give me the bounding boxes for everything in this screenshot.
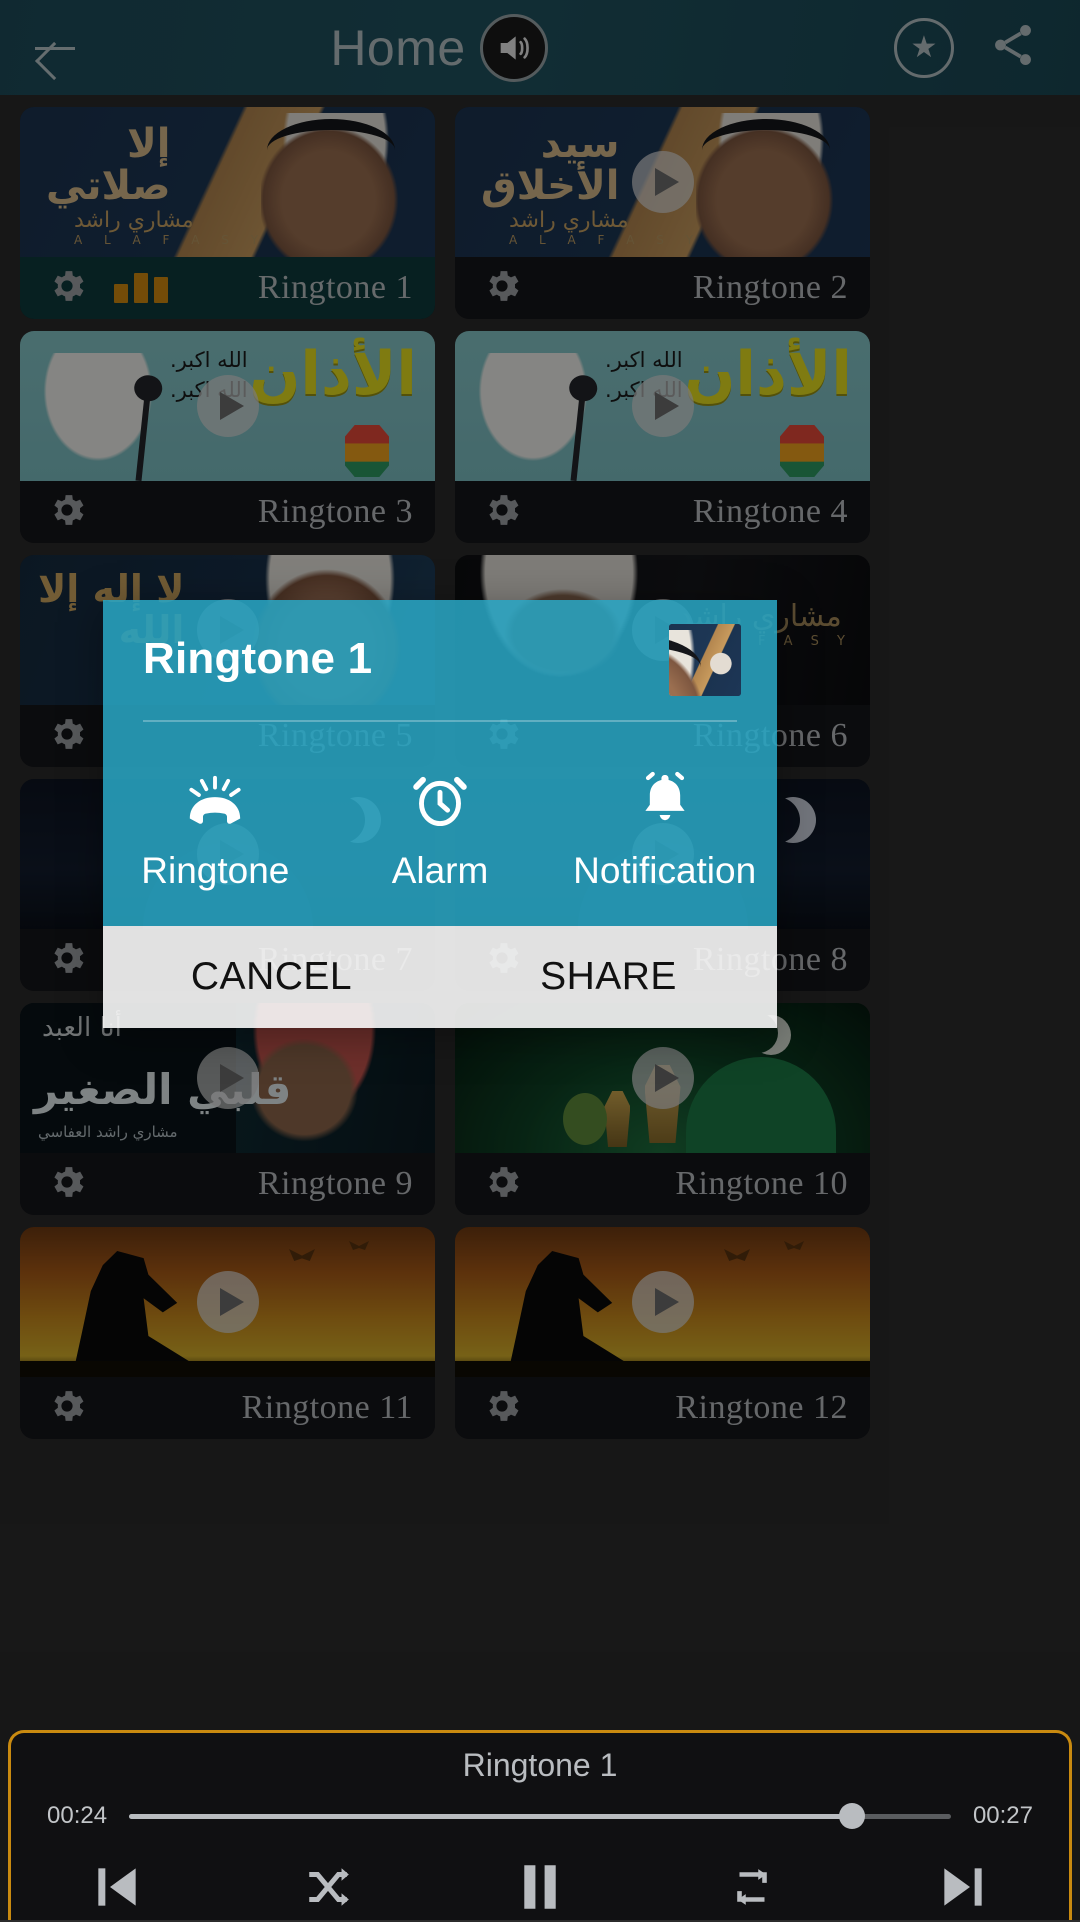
gear-icon[interactable] — [46, 265, 88, 312]
ringtone-phone-icon — [184, 766, 246, 828]
cancel-button[interactable]: CANCEL — [103, 926, 440, 1028]
dialog-divider — [143, 720, 737, 722]
ringtone-thumbnail — [669, 624, 741, 696]
app-header: Home ★ — [0, 0, 1080, 95]
total-time-label: 00:27 — [972, 1802, 1033, 1829]
ringtone-card[interactable]: الله اكبر.الله اكبر.الأذان Ringtone 4 — [455, 331, 870, 543]
ringtone-card-footer: Ringtone 2 — [455, 257, 870, 319]
ringtone-card-footer: Ringtone 11 — [20, 1377, 435, 1439]
star-icon[interactable]: ★ — [894, 17, 954, 78]
gear-icon[interactable] — [46, 1161, 88, 1208]
ringtone-label: Ringtone 4 — [692, 493, 848, 530]
artwork-alafasy: إلا صلاتي مشاري راشد A L A F A S Y — [20, 107, 435, 257]
dialog-title: Ringtone 1 — [143, 634, 373, 683]
gear-icon[interactable] — [46, 1385, 88, 1432]
gear-icon[interactable] — [481, 265, 523, 312]
arrow-left-icon — [33, 26, 77, 70]
ringtone-card-footer: Ringtone 3 — [20, 481, 435, 543]
share-button[interactable]: SHARE — [440, 926, 777, 1028]
pause-button[interactable] — [485, 1852, 595, 1922]
artwork-arabic-text: الأذان — [249, 339, 417, 409]
gear-icon[interactable] — [46, 489, 88, 536]
bell-icon — [636, 766, 694, 828]
ringtone-card[interactable]: Ringtone 10 — [455, 1003, 870, 1215]
alarm-clock-icon — [411, 766, 469, 828]
ringtone-thumbnail[interactable]: إلا صلاتي مشاري راشد A L A F A S Y — [20, 107, 435, 257]
share-icon[interactable] — [988, 20, 1038, 75]
previous-button[interactable] — [62, 1852, 172, 1922]
ringtone-card[interactable]: سيد الأخلاق مشاري راشد A L A F A S Y Rington… — [455, 107, 870, 319]
ringtone-thumbnail[interactable] — [20, 1227, 435, 1377]
page-title: Home — [330, 19, 466, 76]
play-icon[interactable] — [196, 1047, 259, 1109]
ringtone-label: Ringtone 9 — [257, 1165, 413, 1202]
ringtone-options-dialog: Ringtone 1 Ringtone Alarm Notification C… — [103, 600, 777, 1028]
ringtone-card-footer: Ringtone 4 — [455, 481, 870, 543]
header-actions: ★ — [808, 17, 1080, 78]
ringtone-card-footer: Ringtone 1 — [20, 257, 435, 319]
artwork-arabic-text: سيد الأخلاق — [481, 121, 620, 209]
ringtone-label: Ringtone 10 — [675, 1165, 848, 1202]
ringtone-card[interactable]: إلا صلاتي مشاري راشد A L A F A S Y Ringtone … — [20, 107, 435, 319]
play-icon[interactable] — [196, 1271, 259, 1333]
play-icon[interactable] — [631, 151, 694, 213]
ringtone-card[interactable]: Ringtone 12 — [455, 1227, 870, 1439]
artwork-arabic-text: إلا صلاتي — [46, 121, 171, 209]
ringtone-label: Ringtone 2 — [692, 269, 848, 306]
artwork-brand: مشاري راشدA L A F A S Y — [509, 208, 703, 247]
dialog-header: Ringtone 1 — [103, 600, 777, 722]
speaker-icon[interactable] — [479, 13, 548, 82]
ringtone-card[interactable]: Ringtone 11 — [20, 1227, 435, 1439]
ringtone-thumbnail[interactable]: سيد الأخلاق مشاري راشد A L A F A S Y — [455, 107, 870, 257]
ringtone-thumbnail[interactable] — [455, 1227, 870, 1377]
option-label: Notification — [573, 850, 757, 891]
option-label: Alarm — [391, 850, 489, 891]
play-icon[interactable] — [196, 375, 259, 437]
current-time-label: 00:24 — [47, 1802, 108, 1829]
seek-thumb[interactable] — [839, 1803, 866, 1829]
gear-icon[interactable] — [46, 937, 88, 984]
gear-icon[interactable] — [481, 1385, 523, 1432]
gear-icon[interactable] — [481, 1161, 523, 1208]
ringtone-card[interactable]: أنا العبد قلبي الصغير مشاري راشد العفاسي Ri… — [20, 1003, 435, 1215]
player-track-title: Ringtone 1 — [462, 1747, 618, 1783]
ringtone-label: Ringtone 1 — [257, 269, 413, 306]
ringtone-thumbnail[interactable]: الله اكبر.الله اكبر.الأذان — [20, 331, 435, 481]
seek-progress-fill — [129, 1813, 853, 1819]
next-button[interactable] — [908, 1852, 1018, 1922]
play-icon[interactable] — [631, 375, 694, 437]
play-icon[interactable] — [631, 1271, 694, 1333]
option-label: Ringtone — [141, 850, 290, 891]
play-icon[interactable] — [631, 1047, 694, 1109]
shuffle-button[interactable] — [273, 1852, 383, 1922]
set-as-notification-option[interactable]: Notification — [552, 766, 777, 892]
bottom-player-bar: Ringtone 1 00:24 00:27 — [8, 1730, 1072, 1920]
ringtone-label: Ringtone 11 — [241, 1389, 413, 1426]
player-controls — [11, 1852, 1069, 1922]
repeat-button[interactable] — [697, 1852, 807, 1922]
gear-icon[interactable] — [46, 713, 88, 760]
player-seek-row: 00:24 00:27 — [11, 1802, 1069, 1830]
ringtone-card[interactable]: الله اكبر.الله اكبر.الأذان Ringtone 3 — [20, 331, 435, 543]
ringtone-label: Ringtone 12 — [675, 1389, 848, 1426]
dialog-options-row: Ringtone Alarm Notification — [103, 722, 777, 926]
set-as-alarm-option[interactable]: Alarm — [328, 766, 553, 892]
artwork-brand: مشاري راشدA L A F A S Y — [74, 208, 268, 247]
artwork-arabic-text: الأذان — [684, 339, 852, 409]
ringtone-card-footer: Ringtone 10 — [455, 1153, 870, 1215]
dialog-action-row: CANCEL SHARE — [103, 926, 777, 1028]
ringtone-label: Ringtone 3 — [257, 493, 413, 530]
gear-icon[interactable] — [481, 489, 523, 536]
header-title-group: Home — [70, 13, 808, 82]
ringtone-card-footer: Ringtone 9 — [20, 1153, 435, 1215]
equalizer-icon — [114, 273, 168, 303]
seek-slider[interactable] — [129, 1803, 951, 1829]
ringtone-card-footer: Ringtone 12 — [455, 1377, 870, 1439]
set-as-ringtone-option[interactable]: Ringtone — [103, 766, 328, 892]
ringtone-thumbnail[interactable]: الله اكبر.الله اكبر.الأذان — [455, 331, 870, 481]
